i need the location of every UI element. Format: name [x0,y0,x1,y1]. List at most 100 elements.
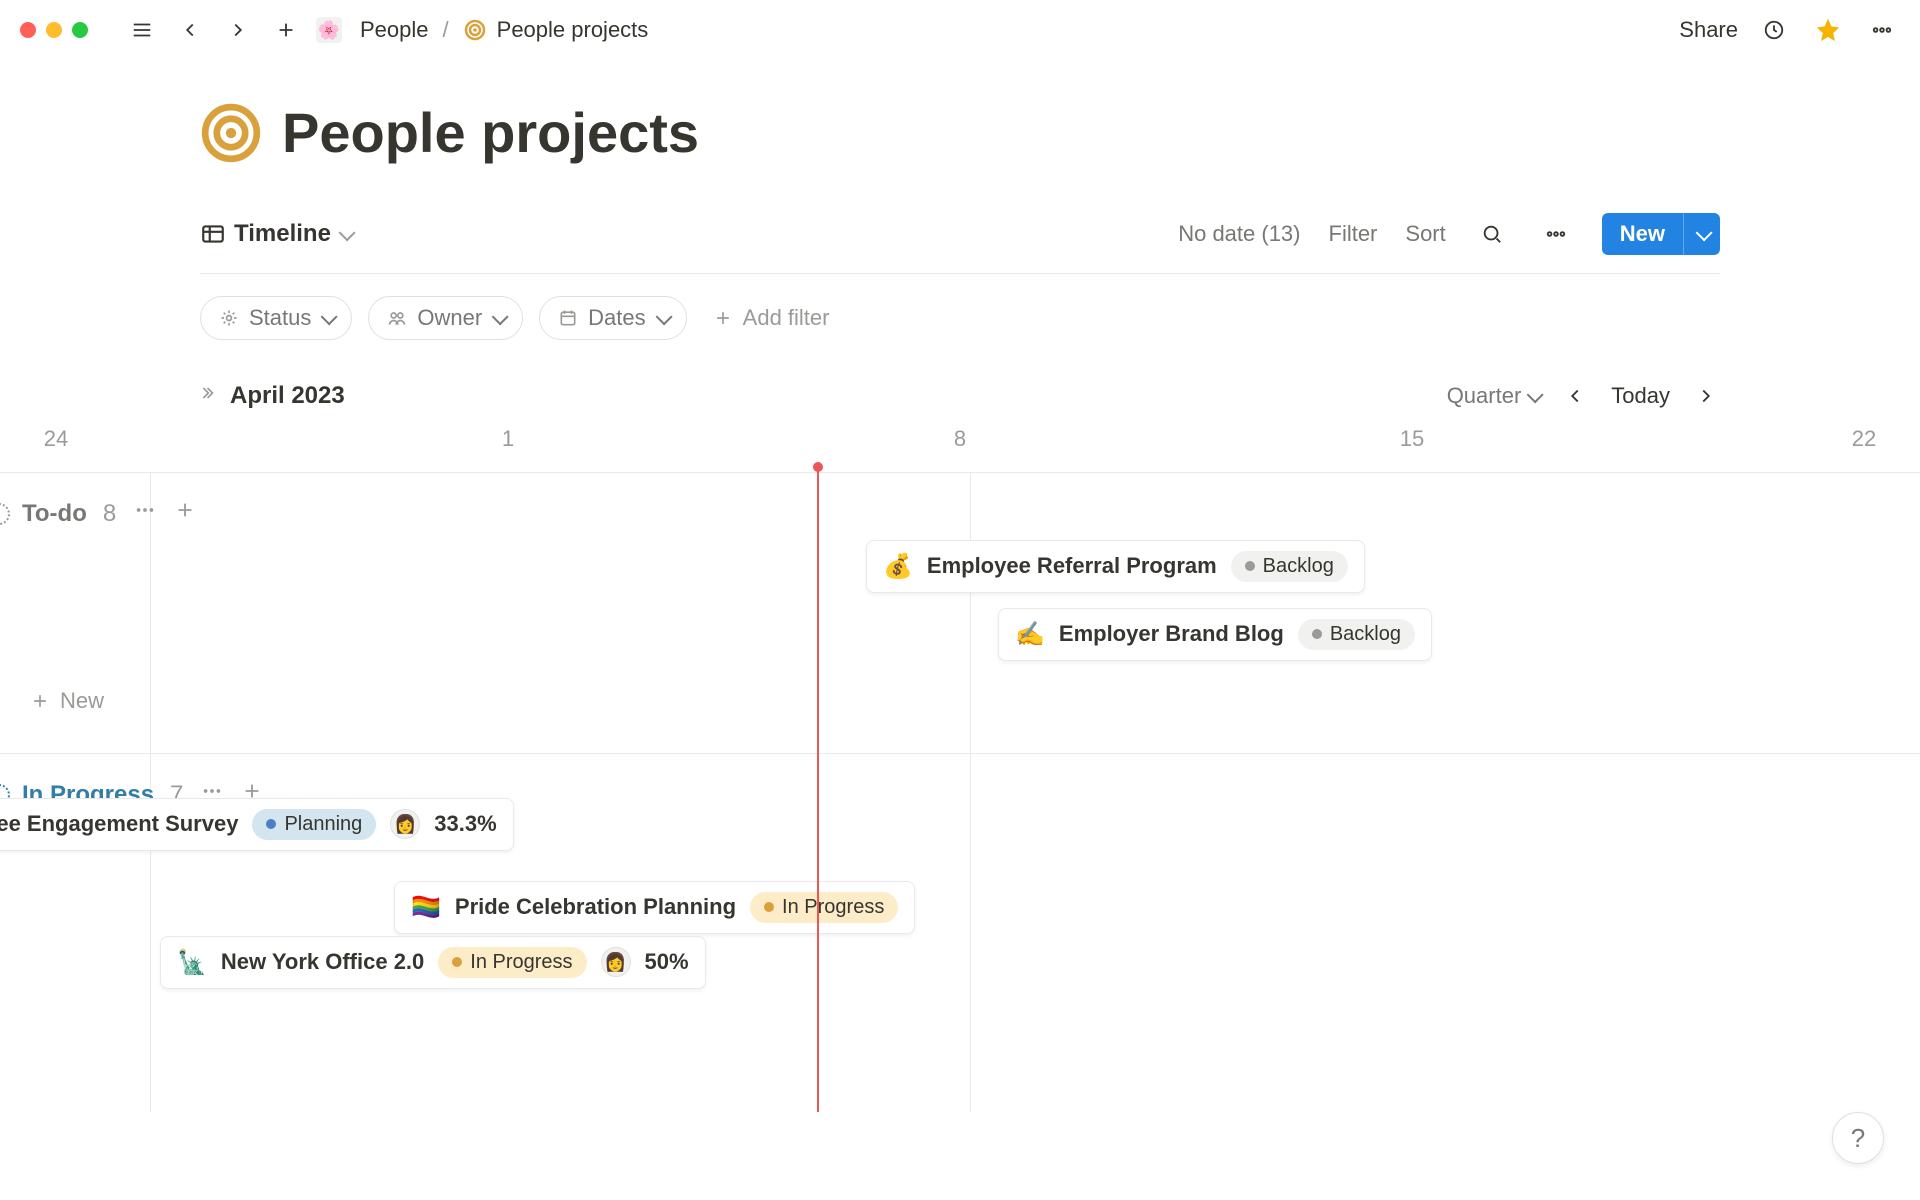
breadcrumb[interactable]: 🌸 People / People projects [316,17,648,43]
help-button[interactable]: ? [1832,1112,1884,1164]
filter-status-label: Status [249,305,311,331]
task-progress-pct: 50% [645,949,689,975]
status-dot-icon [1312,629,1322,639]
month-text: April 2023 [230,382,345,410]
date-cell: 22 [1638,426,1920,472]
task-name: New York Office 2.0 [221,949,424,975]
group-todo-name: To-do [22,500,87,528]
timeline-body: To-do 8 💰 Employee Referral Program Back… [0,472,1920,1112]
window-minimize-button[interactable] [46,22,62,38]
status-text: Planning [284,813,362,836]
status-text: Backlog [1330,623,1401,646]
breadcrumb-parent-icon: 🌸 [316,17,342,43]
window-close-button[interactable] [20,22,36,38]
status-badge: In Progress [438,947,586,978]
filter-chip-status[interactable]: Status [200,296,352,340]
no-date-button[interactable]: No date (13) [1178,221,1300,247]
filter-chip-owner[interactable]: Owner [368,296,523,340]
breadcrumb-parent[interactable]: People [360,17,429,43]
group-todo-header[interactable]: To-do 8 [0,489,1920,538]
timeline-next-button[interactable] [1692,382,1720,410]
today-indicator-line [817,465,819,1112]
timeline-today-button[interactable]: Today [1611,383,1670,409]
sort-button[interactable]: Sort [1405,221,1445,247]
breadcrumb-page[interactable]: People projects [497,17,649,43]
chevron-down-icon [1527,383,1539,409]
new-page-button[interactable] [268,12,304,48]
avatar[interactable]: 👩 [601,947,631,977]
task-pride-celebration[interactable]: 🏳️‍🌈 Pride Celebration Planning In Progr… [394,892,424,922]
page-title: People projects [200,100,1720,165]
timeline-date-ruler: 24181522 [0,426,1920,472]
timeline-scale-selector[interactable]: Quarter [1447,383,1540,409]
nav-back-button[interactable] [172,12,208,48]
status-dot-icon [764,902,774,912]
traffic-lights [20,22,88,38]
date-cell: 15 [1186,426,1638,472]
page-title-text[interactable]: People projects [282,100,699,165]
breadcrumb-separator: / [443,17,449,43]
task-emoji: 🏳️‍🌈 [411,893,441,922]
filter-chip-dates[interactable]: Dates [539,296,686,340]
task-name: Employee Referral Program [927,553,1217,579]
window-maximize-button[interactable] [72,22,88,38]
status-badge: Backlog [1298,619,1415,650]
task-name: Employee Engagement Survey [0,811,238,837]
chevron-down-icon [492,305,504,331]
share-button[interactable]: Share [1679,17,1738,43]
date-cell: 24 [0,426,282,472]
nav-forward-button[interactable] [220,12,256,48]
status-text: In Progress [782,896,884,919]
new-button-dropdown[interactable] [1683,213,1720,255]
search-icon[interactable] [1474,216,1510,252]
hamburger-icon[interactable] [124,12,160,48]
timeline-prev-button[interactable] [1561,382,1589,410]
task-name: Pride Celebration Planning [455,894,736,920]
timeline-scale-label: Quarter [1447,383,1522,409]
task-name: Employer Brand Blog [1059,621,1284,647]
task-progress-pct: 33.3% [434,811,496,837]
task-employer-brand-blog[interactable]: ✍️ Employer Brand Blog Backlog 0% [998,621,1030,647]
group-todo-count: 8 [103,500,116,528]
filter-button[interactable]: Filter [1329,221,1378,247]
page-title-icon[interactable] [200,102,262,164]
filter-dates-label: Dates [588,305,645,331]
status-dot-icon [1245,561,1255,571]
more-menu-icon[interactable] [1864,12,1900,48]
group-more-icon[interactable] [134,499,156,528]
new-button-main[interactable]: New [1602,213,1683,255]
group-in-progress: In Progress 7 💌 Employee Engagement Surv… [0,753,1920,1053]
chevron-down-icon [321,305,333,331]
status-text: Backlog [1263,555,1334,578]
expand-icon[interactable] [200,382,220,410]
task-emoji: 💰 [883,552,913,581]
chevron-down-icon [339,220,351,248]
filter-owner-label: Owner [417,305,482,331]
favorite-star-icon[interactable] [1810,12,1846,48]
add-new-task-button[interactable]: New [0,678,1920,724]
updates-icon[interactable] [1756,12,1792,48]
new-button[interactable]: New [1602,213,1720,255]
status-text: In Progress [470,951,572,974]
status-ring-icon [0,503,10,525]
view-more-icon[interactable] [1538,216,1574,252]
status-dot-icon [452,957,462,967]
date-cell: 1 [282,426,734,472]
status-badge: In Progress [750,892,898,923]
view-name: Timeline [234,220,331,248]
task-employee-referral[interactable]: 💰 Employee Referral Program Backlog 👩 0% [866,551,942,581]
add-filter-label: Add filter [743,305,830,331]
task-emoji: ✍️ [1015,620,1045,649]
task-emoji: 🗽 [177,948,207,977]
group-add-icon[interactable] [174,499,196,528]
window-top-bar: 🌸 People / People projects Share [0,0,1920,60]
group-todo: To-do 8 💰 Employee Referral Program Back… [0,473,1920,753]
chevron-down-icon [656,305,668,331]
timeline-month-label: April 2023 [200,382,345,410]
view-selector[interactable]: Timeline [200,220,351,248]
new-task-label: New [60,688,104,714]
avatar[interactable]: 👩 [390,809,420,839]
date-cell: 8 [734,426,1186,472]
add-filter-button[interactable]: Add filter [703,297,840,339]
status-dot-icon [266,819,276,829]
